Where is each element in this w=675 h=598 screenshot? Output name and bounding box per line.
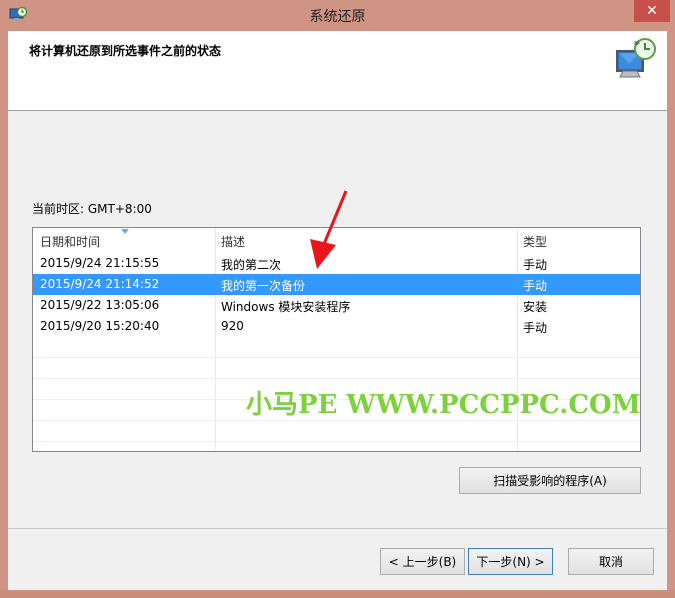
cell-datetime: 2015/9/20 15:20:40	[40, 319, 160, 333]
wizard-header: 将计算机还原到所选事件之前的状态	[8, 31, 667, 111]
table-row[interactable]: 2015/9/20 15:20:40 920 手动	[33, 316, 640, 337]
row-gridline	[33, 378, 640, 379]
scan-affected-programs-button[interactable]: 扫描受影响的程序(A)	[459, 467, 641, 494]
close-button[interactable]: ✕	[634, 0, 670, 22]
sort-ascending-icon	[121, 229, 129, 234]
cancel-button[interactable]: 取消	[568, 548, 654, 575]
next-button[interactable]: 下一步(N) >	[468, 548, 553, 575]
column-header-datetime[interactable]: 日期和时间	[40, 233, 100, 250]
watermark-text: 小马PE WWW.PCCPPC.COM	[246, 390, 641, 420]
table-row[interactable]: 2015/9/22 13:05:06 Windows 模块安装程序 安装	[33, 295, 640, 316]
title-bar[interactable]: 系统还原 ✕	[0, 0, 675, 31]
column-header-description[interactable]: 描述	[221, 233, 245, 250]
timezone-label: 当前时区: GMT+8:00	[32, 202, 152, 216]
cell-type: 手动	[523, 258, 548, 272]
cell-type: 安装	[523, 300, 548, 314]
dialog-body: 将计算机还原到所选事件之前的状态 当前时区: GMT+8:00 日期和时间 描述…	[8, 31, 667, 590]
row-gridline	[33, 357, 640, 358]
cell-description: 我的第二次	[221, 258, 282, 272]
cell-type: 手动	[523, 321, 548, 335]
row-gridline	[33, 441, 640, 442]
system-restore-window: 系统还原 ✕ 将计算机还原到所选事件之前的状态 当前时区: GMT+8:00 日…	[0, 0, 675, 598]
cell-description: Windows 模块安装程序	[221, 300, 351, 314]
cell-description: 我的第一次备份	[221, 279, 306, 293]
close-icon: ✕	[646, 3, 658, 19]
cell-datetime: 2015/9/24 21:14:52	[40, 277, 160, 291]
window-title: 系统还原	[309, 9, 366, 25]
column-header-type[interactable]: 类型	[523, 233, 547, 250]
back-button[interactable]: < 上一步(B)	[380, 548, 465, 575]
cell-datetime: 2015/9/24 21:15:55	[40, 256, 160, 270]
cell-type: 手动	[523, 279, 548, 293]
annotation-arrow-icon	[310, 190, 348, 269]
page-title: 将计算机还原到所选事件之前的状态	[29, 44, 222, 58]
table-row-selected[interactable]: 2015/9/24 21:14:52 我的第一次备份 手动	[33, 274, 640, 295]
footer-divider	[8, 528, 667, 529]
system-restore-icon	[616, 38, 656, 78]
cell-description: 920	[221, 319, 244, 333]
bottom-edge	[0, 590, 675, 598]
cell-datetime: 2015/9/22 13:05:06	[40, 298, 160, 312]
